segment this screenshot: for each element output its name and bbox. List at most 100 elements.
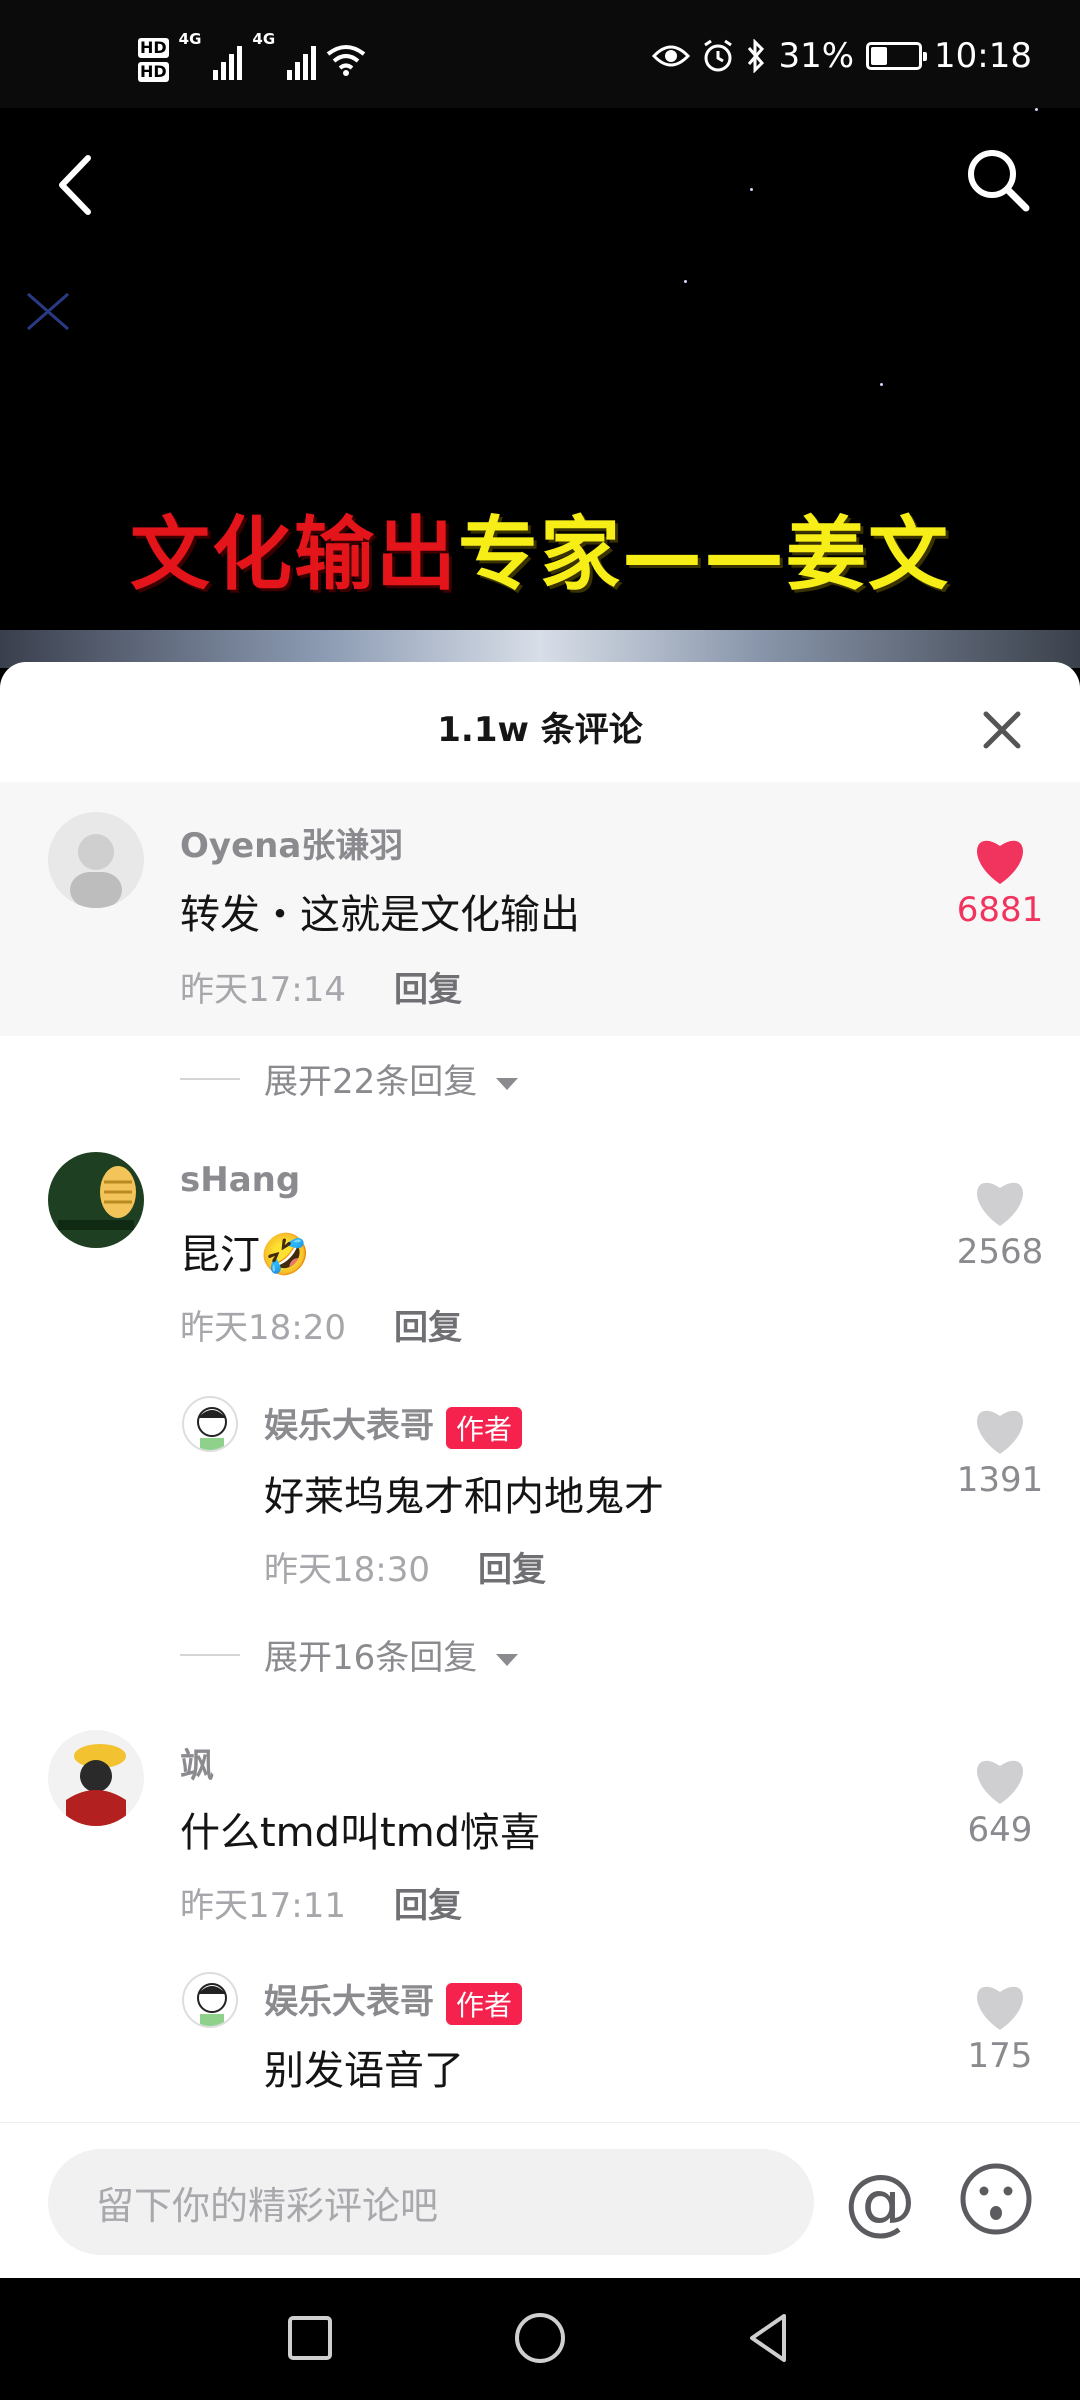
laughing-emoji-icon: 🤣 [260, 1232, 310, 1278]
signal-indicators: HD HD 4G 4G [138, 30, 366, 90]
search-icon[interactable] [962, 144, 1032, 214]
expand-replies-label: 展开22条回复 [264, 1062, 478, 1102]
back-icon[interactable] [740, 2308, 800, 2368]
clock: 10:18 [934, 36, 1032, 76]
avatar[interactable] [182, 1972, 238, 2028]
avatar[interactable] [182, 1396, 238, 1452]
battery-icon [866, 42, 928, 70]
like-button[interactable]: 175 [950, 1980, 1050, 2076]
comment-time: 昨天18:30 [264, 1550, 430, 1590]
comment-username-row: 娱乐大表哥 作者 [264, 1398, 523, 1449]
sparkle-decoration [27, 292, 69, 331]
heart-icon [977, 1182, 1023, 1226]
comment-meta: 昨天18:30 回复 [264, 1542, 546, 1591]
close-icon[interactable] [980, 708, 1024, 752]
sim2-signal-icon [287, 40, 317, 80]
comment-time: 昨天18:20 [180, 1308, 346, 1348]
comment-meta: 昨天18:20 回复 [180, 1300, 462, 1349]
comment-meta: 昨天17:11 回复 [180, 1878, 462, 1927]
like-count: 175 [967, 2036, 1033, 2076]
expand-replies-button[interactable]: 展开16条回复 [264, 1630, 520, 1679]
comment-text: 别发语音了 [264, 2048, 464, 2094]
comment-username-row: 娱乐大表哥 作者 [264, 1974, 523, 2025]
comment-item[interactable]: sHang 昆汀🤣 昨天18:20 回复 2568 [0, 1140, 1080, 1348]
like-button[interactable]: 1391 [950, 1404, 1050, 1500]
comments-sheet: 1.1w 条评论 Oyena张谦羽 转发・这就是文化输出 昨天17:14 回复 6… [0, 662, 1080, 2278]
expand-replies-label: 展开16条回复 [264, 1638, 478, 1678]
chevron-down-icon [496, 1078, 519, 1090]
comment-time: 昨天17:11 [180, 1886, 346, 1926]
comment-meta: 昨天17:14 回复 [180, 962, 462, 1011]
like-count: 649 [967, 1810, 1033, 1850]
chevron-down-icon [496, 1654, 519, 1666]
reply-item[interactable]: 娱乐大表哥 作者 别发语音了 175 [0, 1960, 1080, 2120]
avatar[interactable] [48, 812, 144, 908]
bluetooth-icon [748, 39, 765, 73]
headline-red-text: 文化输出 [130, 508, 458, 601]
avatar[interactable] [48, 1152, 144, 1248]
sim2-network-label: 4G [252, 30, 276, 48]
heart-filled-icon [977, 840, 1023, 884]
comment-username[interactable]: Oyena张谦羽 [180, 818, 403, 867]
emoji-icon[interactable] [958, 2161, 1034, 2237]
heart-icon [977, 1986, 1023, 2030]
hd-badges: HD HD [138, 38, 169, 82]
expand-divider [180, 1654, 240, 1656]
comments-count-title: 1.1w 条评论 [437, 710, 643, 750]
like-count: 1391 [956, 1460, 1044, 1500]
video-player[interactable]: 文化输出专家——姜文 [0, 108, 1080, 668]
author-badge: 作者 [446, 1982, 523, 2025]
expand-divider [180, 1078, 240, 1080]
expand-replies-button[interactable]: 展开22条回复 [264, 1054, 520, 1103]
status-bar: HD HD 4G 4G 31% 10:18 [0, 0, 1080, 108]
comment-input-bar: 留下你的精彩评论吧 @ [0, 2122, 1080, 2278]
star-decoration [684, 280, 687, 283]
comment-username[interactable]: 飒 [180, 1738, 214, 1787]
reply-button[interactable]: 回复 [478, 1550, 546, 1590]
star-decoration [880, 383, 883, 386]
comment-input[interactable]: 留下你的精彩评论吧 [48, 2149, 814, 2255]
comment-username[interactable]: 娱乐大表哥 [264, 1406, 434, 1446]
comment-item[interactable]: 飒 什么tmd叫tmd惊喜 昨天17:11 回复 649 [0, 1718, 1080, 1926]
heart-icon [977, 1760, 1023, 1804]
comment-text: 昆汀 [180, 1232, 260, 1278]
mention-button[interactable]: @ [840, 2161, 920, 2241]
sim1-network-label: 4G [178, 30, 202, 48]
reply-button[interactable]: 回复 [394, 1308, 462, 1348]
reply-button[interactable]: 回复 [394, 970, 462, 1010]
headline-yellow-text: 专家——姜文 [458, 508, 950, 601]
system-navigation-bar [0, 2278, 1080, 2400]
hd-badge-2: HD [138, 62, 169, 82]
video-headline: 文化输出专家——姜文 [0, 490, 1080, 606]
like-count: 2568 [956, 1232, 1044, 1272]
like-button[interactable]: 649 [950, 1754, 1050, 1850]
sim1-signal-icon [213, 40, 243, 80]
heart-icon [977, 1410, 1023, 1454]
home-icon[interactable] [510, 2308, 570, 2368]
like-count: 6881 [956, 890, 1044, 930]
hd-badge-1: HD [138, 38, 169, 58]
battery-percent: 31% [778, 36, 855, 76]
comment-text-row: 昆汀🤣 [180, 1222, 310, 1280]
like-button[interactable]: 6881 [950, 834, 1050, 930]
comment-username[interactable]: sHang [180, 1160, 300, 1200]
comment-username[interactable]: 娱乐大表哥 [264, 1982, 434, 2022]
back-arrow-icon[interactable] [50, 150, 100, 220]
alarm-icon [704, 39, 733, 72]
wifi-icon [326, 45, 366, 76]
system-indicators: 31% 10:18 [652, 36, 1032, 76]
author-badge: 作者 [446, 1406, 523, 1449]
comment-input-placeholder: 留下你的精彩评论吧 [96, 2183, 439, 2228]
comment-text: 转发・这就是文化输出 [180, 892, 580, 938]
comment-text: 好莱坞鬼才和内地鬼才 [264, 1474, 664, 1520]
comment-text: 什么tmd叫tmd惊喜 [180, 1810, 541, 1856]
reply-item[interactable]: 娱乐大表哥 作者 好莱坞鬼才和内地鬼才 昨天18:30 回复 1391 [0, 1384, 1080, 1590]
recent-apps-icon[interactable] [280, 2308, 340, 2368]
eye-icon [652, 45, 691, 67]
star-decoration [1035, 108, 1038, 111]
comment-item[interactable]: Oyena张谦羽 转发・这就是文化输出 昨天17:14 回复 6881 [0, 782, 1080, 1036]
like-button[interactable]: 2568 [950, 1176, 1050, 1272]
reply-button[interactable]: 回复 [394, 1886, 462, 1926]
avatar[interactable] [48, 1730, 144, 1826]
star-decoration [750, 188, 753, 191]
